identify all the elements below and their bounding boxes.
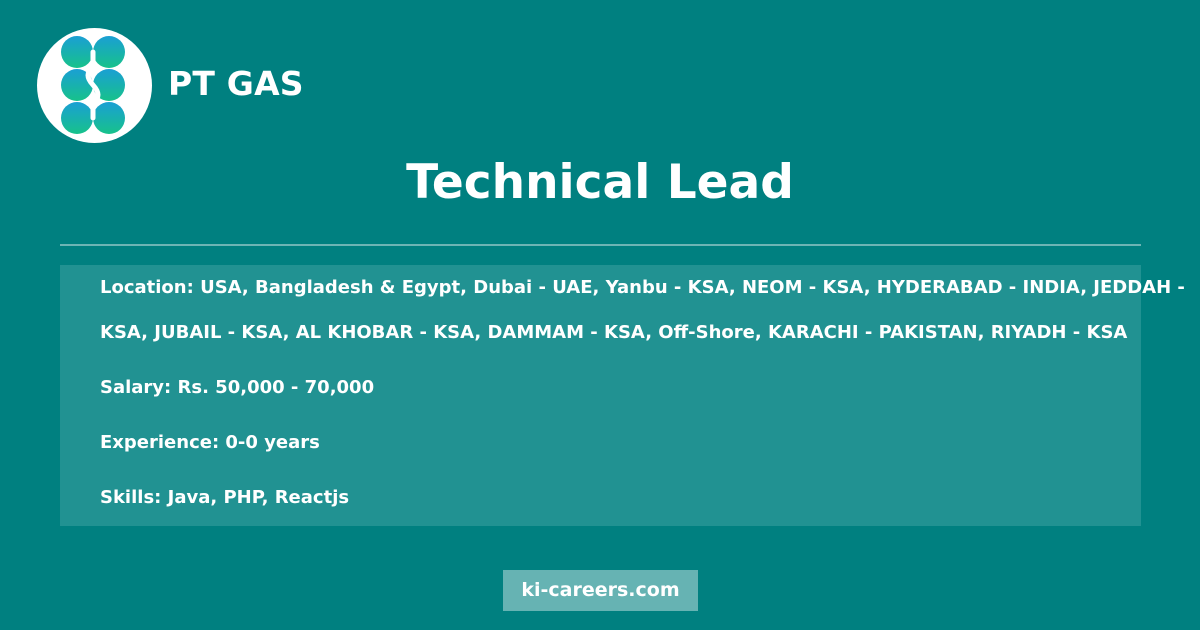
company-logo [37,28,152,143]
location-line-1: Location: USA, Bangladesh & Egypt, Dubai… [100,277,1185,298]
experience-line: Experience: 0-0 years [100,432,320,453]
footer-site-link[interactable]: ki-careers.com [503,570,698,611]
skills-line: Skills: Java, PHP, Reactjs [100,487,350,508]
divider [60,244,1141,246]
location-block: Location: USA, Bangladesh & Egypt, Dubai… [100,265,1185,355]
job-details-panel: Location: USA, Bangladesh & Egypt, Dubai… [60,265,1185,526]
location-line-2: KSA, JUBAIL - KSA, AL KHOBAR - KSA, DAMM… [100,322,1128,343]
company-name: PT GAS [168,64,304,103]
salary-line: Salary: Rs. 50,000 - 70,000 [100,377,375,398]
job-title: Technical Lead [406,155,794,210]
company-logo-icon [61,36,125,134]
